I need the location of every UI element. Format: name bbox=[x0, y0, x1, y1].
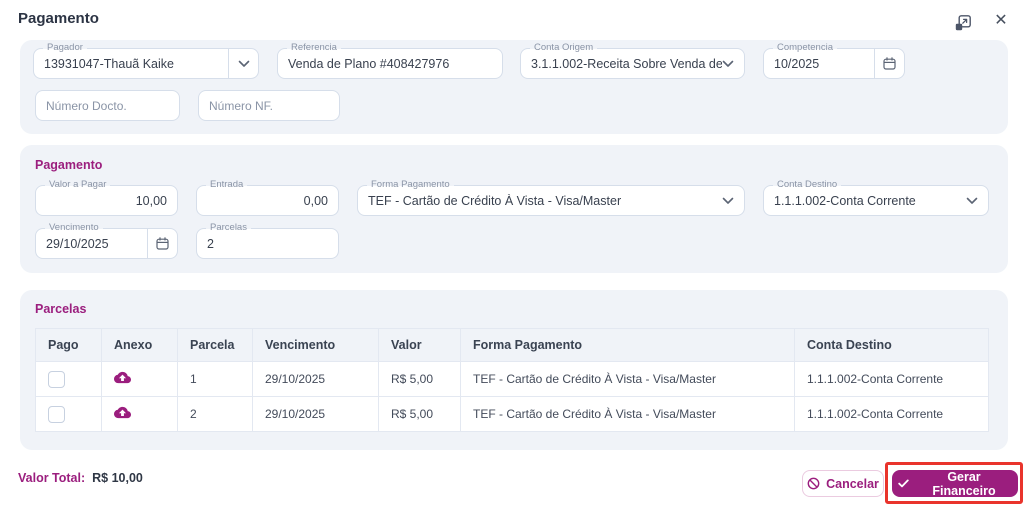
forma-pagamento-value: TEF - Cartão de Crédito À Vista - Visa/M… bbox=[368, 193, 622, 208]
valor-total-value: R$ 10,00 bbox=[92, 471, 143, 485]
competencia-value: 10/2025 bbox=[774, 56, 820, 71]
valor-a-pagar-label: Valor a Pagar bbox=[45, 179, 111, 191]
valor-cell: R$ 5,00 bbox=[378, 361, 461, 397]
check-icon bbox=[898, 479, 909, 488]
parcela-cell: 2 bbox=[177, 396, 253, 432]
parcelas-card: Parcelas Pago Anexo Parcela Vencimento V… bbox=[20, 290, 1008, 450]
cloud-upload-icon[interactable] bbox=[114, 371, 131, 384]
vencimento-value: 29/10/2025 bbox=[46, 236, 109, 251]
cancel-button-label: Cancelar bbox=[826, 476, 879, 491]
competencia-field[interactable]: Competencia 10/2025 bbox=[763, 42, 905, 79]
calendar-icon bbox=[883, 57, 896, 70]
close-button[interactable]: ✕ bbox=[991, 10, 1011, 30]
conta-origem-value: 3.1.1.002-Receita Sobre Venda de Pl... bbox=[531, 56, 722, 71]
valor-total-label: Valor Total: bbox=[18, 471, 86, 485]
forma-pagamento-select[interactable]: Forma Pagamento TEF - Cartão de Crédito … bbox=[357, 179, 745, 216]
chevron-down-icon bbox=[722, 197, 744, 205]
conta-origem-label: Conta Origem bbox=[530, 42, 598, 54]
column-header-conta-destino: Conta Destino bbox=[794, 328, 989, 362]
pagamento-section-title: Pagamento bbox=[35, 158, 103, 172]
header-fields-card: Pagador 13931047-Thauã Kaike Referencia … bbox=[20, 40, 1008, 134]
competencia-label: Competencia bbox=[773, 42, 837, 54]
valor-total: Valor Total: R$ 10,00 bbox=[18, 471, 143, 485]
chevron-down-icon bbox=[722, 60, 744, 68]
conta-destino-cell: 1.1.1.002-Conta Corrente bbox=[794, 361, 989, 397]
conta-destino-value: 1.1.1.002-Conta Corrente bbox=[774, 193, 916, 208]
vencimento-cell: 29/10/2025 bbox=[252, 361, 379, 397]
vencimento-label: Vencimento bbox=[45, 222, 103, 234]
vencimento-field[interactable]: Vencimento 29/10/2025 bbox=[35, 222, 178, 259]
cancel-button[interactable]: Cancelar bbox=[802, 470, 884, 497]
chevron-down-icon bbox=[966, 197, 988, 205]
parcelas-field[interactable]: Parcelas 2 bbox=[196, 222, 339, 259]
referencia-value: Venda de Plano #408427976 bbox=[288, 56, 450, 71]
valor-a-pagar-value: 10,00 bbox=[135, 193, 167, 208]
valor-cell: R$ 5,00 bbox=[378, 396, 461, 432]
pagador-value: 13931047-Thauã Kaike bbox=[44, 56, 174, 71]
numero-nf-input[interactable] bbox=[198, 90, 340, 121]
pagador-select[interactable]: Pagador 13931047-Thauã Kaike bbox=[33, 42, 259, 79]
table-row: 1 29/10/2025 R$ 5,00 TEF - Cartão de Cré… bbox=[35, 361, 989, 397]
parcelas-table: Pago Anexo Parcela Vencimento Valor Form… bbox=[35, 328, 989, 432]
column-header-pago: Pago bbox=[35, 328, 102, 362]
forma-pagamento-cell: TEF - Cartão de Crédito À Vista - Visa/M… bbox=[460, 361, 795, 397]
competencia-datepicker-button[interactable] bbox=[874, 49, 904, 78]
column-header-valor: Valor bbox=[378, 328, 461, 362]
column-header-anexo: Anexo bbox=[101, 328, 178, 362]
column-header-vencimento: Vencimento bbox=[252, 328, 379, 362]
table-row: 2 29/10/2025 R$ 5,00 TEF - Cartão de Cré… bbox=[35, 396, 989, 432]
pagamento-dialog: Pagamento ✕ Pagador 13931047-Thauã Kaike… bbox=[0, 0, 1024, 511]
chevron-down-icon bbox=[238, 60, 250, 68]
entrada-field[interactable]: Entrada 0,00 bbox=[196, 179, 339, 216]
forma-pagamento-cell: TEF - Cartão de Crédito À Vista - Visa/M… bbox=[460, 396, 795, 432]
calendar-icon bbox=[156, 237, 169, 250]
pagador-label: Pagador bbox=[43, 42, 87, 54]
cloud-upload-icon[interactable] bbox=[114, 406, 131, 419]
parcelas-value: 2 bbox=[207, 236, 214, 251]
valor-a-pagar-field[interactable]: Valor a Pagar 10,00 bbox=[35, 179, 178, 216]
expand-button[interactable] bbox=[953, 13, 973, 33]
pagamento-card: Pagamento Valor a Pagar 10,00 Entrada 0,… bbox=[20, 145, 1008, 273]
parcelas-section-title: Parcelas bbox=[35, 302, 87, 316]
expand-icon bbox=[954, 14, 972, 32]
vencimento-datepicker-button[interactable] bbox=[147, 229, 177, 258]
entrada-label: Entrada bbox=[206, 179, 248, 191]
parcelas-label: Parcelas bbox=[206, 222, 251, 234]
forma-pagamento-label: Forma Pagamento bbox=[367, 179, 454, 191]
entrada-value: 0,00 bbox=[303, 193, 328, 208]
close-icon: ✕ bbox=[994, 12, 1008, 29]
gerar-financeiro-button-label: Gerar Financeiro bbox=[932, 469, 996, 498]
parcela-cell: 1 bbox=[177, 361, 253, 397]
conta-origem-select[interactable]: Conta Origem 3.1.1.002-Receita Sobre Ven… bbox=[520, 42, 745, 79]
pago-checkbox[interactable] bbox=[48, 370, 65, 388]
table-header-row: Pago Anexo Parcela Vencimento Valor Form… bbox=[35, 328, 989, 362]
column-header-forma-pagamento: Forma Pagamento bbox=[460, 328, 795, 362]
vencimento-cell: 29/10/2025 bbox=[252, 396, 379, 432]
column-header-parcela: Parcela bbox=[177, 328, 253, 362]
pagador-dropdown-toggle[interactable] bbox=[228, 49, 258, 78]
conta-destino-cell: 1.1.1.002-Conta Corrente bbox=[794, 396, 989, 432]
page-title: Pagamento bbox=[18, 10, 99, 27]
conta-destino-select[interactable]: Conta Destino 1.1.1.002-Conta Corrente bbox=[763, 179, 989, 216]
conta-destino-label: Conta Destino bbox=[773, 179, 842, 191]
pago-checkbox[interactable] bbox=[48, 405, 65, 423]
block-icon bbox=[807, 477, 820, 490]
referencia-field[interactable]: Referencia Venda de Plano #408427976 bbox=[277, 42, 503, 79]
gerar-financeiro-button[interactable]: Gerar Financeiro bbox=[892, 469, 1018, 498]
numero-docto-input[interactable] bbox=[35, 90, 180, 121]
referencia-label: Referencia bbox=[287, 42, 341, 54]
